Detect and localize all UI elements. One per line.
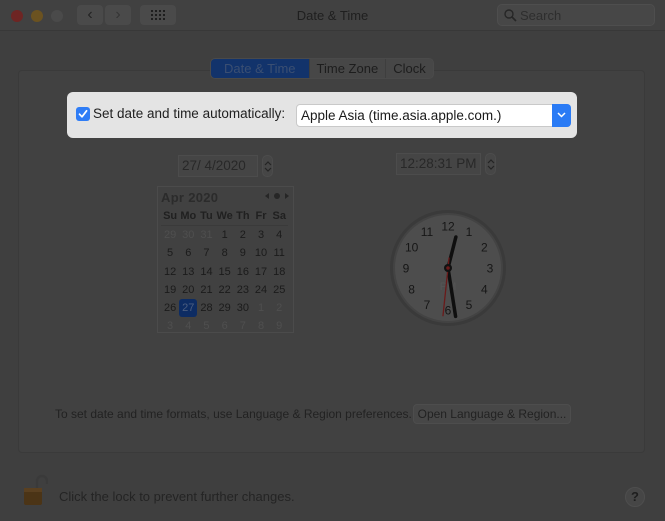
calendar-day[interactable]: 4 xyxy=(270,226,288,244)
calendar-day[interactable]: 16 xyxy=(234,263,252,281)
calendar-day[interactable]: 3 xyxy=(252,226,270,244)
date-stepper[interactable] xyxy=(262,155,273,177)
clock-numeral: 5 xyxy=(466,298,473,312)
search-placeholder: Search xyxy=(520,8,562,23)
analog-clock: 12 12 3 45678 9 1011 PM xyxy=(390,210,506,326)
calendar-day[interactable]: 26 xyxy=(161,299,179,317)
calendar-day[interactable]: 2 xyxy=(234,226,252,244)
title-bar: ‹ › Date & Time Search xyxy=(0,0,665,31)
formats-info-text: To set date and time formats, use Langua… xyxy=(55,407,412,421)
tab-bar: Date & Time Time Zone Clock xyxy=(210,58,434,79)
time-field[interactable]: 12:28:31 PM xyxy=(396,153,481,175)
calendar-day[interactable]: 15 xyxy=(216,263,234,281)
calendar-day[interactable]: 28 xyxy=(197,299,215,317)
calendar-day[interactable]: 18 xyxy=(270,263,288,281)
calendar-day[interactable]: 7 xyxy=(197,244,215,262)
weekday-header: Sa xyxy=(270,208,289,227)
calendar-day-outside-month[interactable]: 8 xyxy=(252,317,270,335)
clock-numeral: 6 xyxy=(445,304,452,318)
weekday-header: Fr xyxy=(251,208,271,227)
stepper-arrows-icon xyxy=(487,159,495,170)
select-arrow[interactable] xyxy=(552,104,571,127)
calendar-day[interactable]: 23 xyxy=(234,281,252,299)
search-icon xyxy=(504,9,517,22)
calendar-day[interactable]: 19 xyxy=(161,281,179,299)
calendar-day-outside-month[interactable]: 3 xyxy=(161,317,179,335)
chevron-down-icon xyxy=(557,112,566,118)
calendar-grid: Su Mo Tu We Th Fr Sa 29 30 31 1 2 3 4 5 6 7 8 9 10 11 12 13 14 1… xyxy=(161,208,289,335)
calendar-day[interactable]: 14 xyxy=(197,263,215,281)
calendar-day[interactable]: 11 xyxy=(270,244,288,262)
clock-numeral: 10 xyxy=(405,241,419,255)
open-language-region-button[interactable]: Open Language & Region... xyxy=(413,404,571,424)
calendar-day[interactable]: 9 xyxy=(234,244,252,262)
calendar-day[interactable]: 24 xyxy=(252,281,270,299)
calendar: Apr 2020 Su Mo Tu We Th Fr Sa 29 30 31 1 2 3 4 5 6 7 8 9 10… xyxy=(157,186,294,333)
calendar-day-outside-month[interactable]: 31 xyxy=(197,226,215,244)
weekday-header: We xyxy=(215,208,234,227)
time-server-value: Apple Asia (time.asia.apple.com.) xyxy=(301,108,502,123)
previous-month-icon[interactable] xyxy=(265,193,269,199)
tab-clock[interactable]: Clock xyxy=(385,59,433,78)
calendar-day-outside-month[interactable]: 30 xyxy=(179,226,197,244)
tab-date-time[interactable]: Date & Time xyxy=(211,59,309,78)
clock-numeral: 7 xyxy=(424,298,431,312)
clock-numeral: 1 xyxy=(466,225,473,239)
calendar-day[interactable]: 30 xyxy=(234,299,252,317)
clock-numeral: 2 xyxy=(481,241,488,255)
checkmark-icon xyxy=(78,109,88,118)
clock-numeral: 4 xyxy=(481,283,488,297)
clock-ampm: PM xyxy=(440,281,457,293)
today-icon[interactable] xyxy=(274,193,280,199)
calendar-day[interactable]: 10 xyxy=(252,244,270,262)
auto-time-row: Set date and time automatically: Apple A… xyxy=(67,92,577,138)
search-input[interactable]: Search xyxy=(497,4,655,26)
tab-time-zone[interactable]: Time Zone xyxy=(308,59,386,78)
calendar-day[interactable]: 8 xyxy=(216,244,234,262)
calendar-day[interactable]: 12 xyxy=(161,263,179,281)
weekday-header: Tu xyxy=(197,208,216,227)
auto-time-label[interactable]: Set date and time automatically: xyxy=(93,106,285,121)
calendar-day[interactable]: 6 xyxy=(179,244,197,262)
clock-numeral: 12 xyxy=(441,220,455,234)
help-button[interactable]: ? xyxy=(625,487,645,507)
weekday-header: Su xyxy=(161,208,180,227)
clock-numeral: 8 xyxy=(408,283,415,297)
calendar-day-outside-month[interactable]: 6 xyxy=(216,317,234,335)
calendar-day[interactable]: 21 xyxy=(197,281,215,299)
calendar-day[interactable]: 1 xyxy=(216,226,234,244)
calendar-day[interactable]: 29 xyxy=(216,299,234,317)
stepper-arrows-icon xyxy=(264,161,272,172)
unlocked-lock-icon[interactable] xyxy=(22,473,48,507)
date-field[interactable]: 27/ 4/2020 xyxy=(178,155,258,177)
calendar-day-outside-month[interactable]: 9 xyxy=(270,317,288,335)
calendar-day[interactable]: 22 xyxy=(216,281,234,299)
lock-text: Click the lock to prevent further change… xyxy=(59,489,295,504)
calendar-nav xyxy=(265,193,289,199)
calendar-day[interactable]: 20 xyxy=(179,281,197,299)
weekday-header: Mo xyxy=(179,208,198,227)
calendar-day-outside-month[interactable]: 29 xyxy=(161,226,179,244)
next-month-icon[interactable] xyxy=(285,193,289,199)
weekday-header: Th xyxy=(233,208,252,227)
auto-time-checkbox[interactable] xyxy=(76,107,90,121)
clock-numeral: 3 xyxy=(487,262,494,276)
calendar-day[interactable]: 25 xyxy=(270,281,288,299)
clock-numeral: 11 xyxy=(421,225,434,239)
calendar-day[interactable]: 13 xyxy=(179,263,197,281)
calendar-day[interactable]: 5 xyxy=(161,244,179,262)
calendar-day-outside-month[interactable]: 4 xyxy=(179,317,197,335)
time-server-select[interactable]: Apple Asia (time.asia.apple.com.) xyxy=(296,104,571,127)
calendar-day[interactable]: 17 xyxy=(252,263,270,281)
calendar-day-outside-month[interactable]: 2 xyxy=(270,299,288,317)
calendar-day-selected[interactable]: 27 xyxy=(179,298,198,318)
calendar-day-outside-month[interactable]: 1 xyxy=(252,299,270,317)
calendar-month-label: Apr 2020 xyxy=(161,190,219,205)
time-stepper[interactable] xyxy=(485,153,496,175)
calendar-day-outside-month[interactable]: 7 xyxy=(234,317,252,335)
calendar-day-outside-month[interactable]: 5 xyxy=(197,317,215,335)
clock-center-dot xyxy=(446,266,450,270)
clock-numeral: 9 xyxy=(403,262,410,276)
